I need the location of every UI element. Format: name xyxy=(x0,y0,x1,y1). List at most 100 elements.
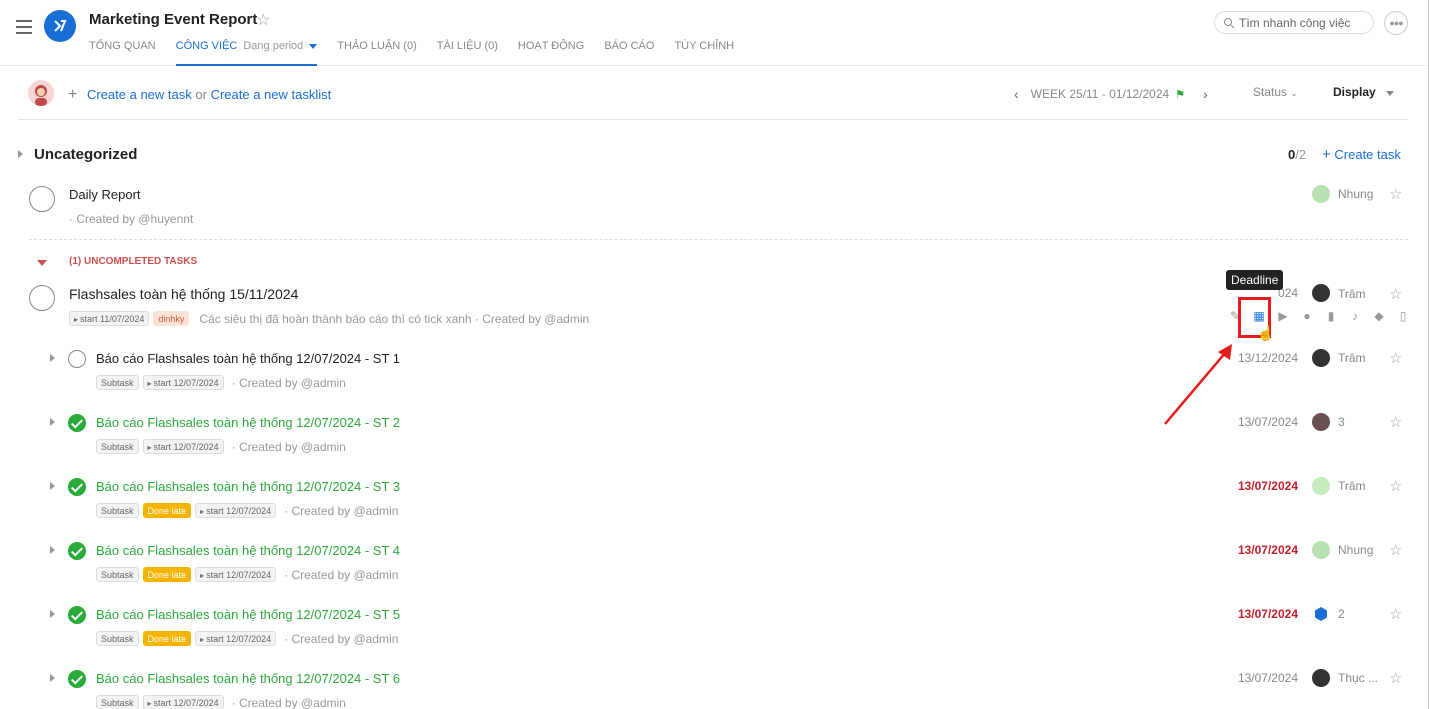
chevron-left-icon[interactable]: ‹ xyxy=(1014,86,1019,102)
assignee-name[interactable]: Nhung xyxy=(1338,187,1373,201)
task-checkbox-checked[interactable] xyxy=(68,478,86,496)
assignee-name[interactable]: Trâm xyxy=(1338,479,1366,493)
subtask-chip: Subtask xyxy=(96,695,139,709)
created-by: · Created by @admin xyxy=(284,567,399,582)
more-options-icon[interactable]: ●●● xyxy=(1384,11,1408,35)
tab-discussion[interactable]: THẢO LUẬN (0) xyxy=(337,40,416,66)
tab-report[interactable]: BÁO CÁO xyxy=(604,40,654,66)
tab-activity[interactable]: HOẠT ĐỘNG xyxy=(518,40,584,66)
star-icon[interactable]: ☆ xyxy=(1389,349,1402,367)
avatar[interactable] xyxy=(1312,185,1330,203)
app-logo-icon[interactable] xyxy=(44,10,76,42)
done-late-badge: Done late xyxy=(142,503,192,518)
week-label[interactable]: WEEK 25/11 - 01/12/2024 xyxy=(1031,87,1170,101)
expand-icon[interactable] xyxy=(50,546,55,554)
avatar[interactable] xyxy=(1312,541,1330,559)
favorite-star-icon[interactable]: ☆ xyxy=(256,10,270,30)
search-input[interactable]: Tìm nhanh công việc xyxy=(1214,11,1374,34)
star-icon[interactable]: ☆ xyxy=(1389,285,1402,303)
assignee-count[interactable]: 2 xyxy=(1338,607,1345,621)
task-date[interactable]: 13/07/2024 xyxy=(1228,671,1298,685)
chevron-down-icon: ⌄ xyxy=(1290,88,1298,98)
play-icon[interactable]: ▶ xyxy=(1271,309,1295,323)
star-icon[interactable]: ☆ xyxy=(1389,541,1402,559)
assignee-name[interactable]: Trâm xyxy=(1338,351,1366,365)
assignee-name[interactable]: Nhung xyxy=(1338,543,1373,557)
task-title[interactable]: Flashsales toàn hệ thống 15/11/2024 xyxy=(69,286,298,302)
assignee-name[interactable]: Thục ... xyxy=(1338,671,1378,685)
task-checkbox[interactable] xyxy=(29,285,55,311)
expand-icon[interactable] xyxy=(50,418,55,426)
created-by: · Created by @admin xyxy=(231,375,346,390)
task-date[interactable]: 13/07/2024 xyxy=(1228,543,1298,557)
task-checkbox-checked[interactable] xyxy=(68,542,86,560)
start-date-chip: start 12/07/2024 xyxy=(195,503,277,518)
task-date[interactable]: 13/07/2024 xyxy=(1228,415,1298,429)
assignee-name[interactable]: Trâm xyxy=(1338,287,1366,301)
task-title[interactable]: Daily Report xyxy=(69,187,141,202)
uncompleted-group-label[interactable]: (1) UNCOMPLETED TASKS xyxy=(69,256,197,267)
assignee-count[interactable]: 3 xyxy=(1338,415,1345,429)
divider xyxy=(29,239,1408,240)
subtask-chip: Subtask xyxy=(96,567,139,582)
star-icon[interactable]: ☆ xyxy=(1389,185,1402,203)
start-date-chip: start 12/07/2024 xyxy=(142,375,224,390)
create-task-link[interactable]: Create a new task xyxy=(87,87,192,102)
priority-icon[interactable]: ● xyxy=(1295,309,1319,323)
chevron-right-icon[interactable]: › xyxy=(1203,86,1208,102)
task-date[interactable]: 13/12/2024 xyxy=(1228,351,1298,365)
avatar[interactable] xyxy=(1312,669,1330,687)
group-avatar-icon[interactable] xyxy=(1312,605,1330,623)
task-checkbox-checked[interactable] xyxy=(68,414,86,432)
subtask-title[interactable]: Báo cáo Flashsales toàn hệ thống 12/07/2… xyxy=(96,607,400,622)
avatar[interactable] xyxy=(1312,284,1330,302)
start-date-chip: start 12/07/2024 xyxy=(195,567,277,582)
bookmark-icon[interactable]: ▮ xyxy=(1319,309,1343,323)
expand-icon[interactable] xyxy=(50,354,55,362)
trash-icon[interactable]: ▯ xyxy=(1391,309,1415,323)
start-date-chip: start 12/07/2024 xyxy=(195,631,277,646)
collapse-icon[interactable] xyxy=(37,260,47,266)
subtask-meta: SubtaskDone latestart 12/07/2024 · Create… xyxy=(96,567,398,582)
expand-icon[interactable] xyxy=(50,482,55,490)
tag-icon[interactable]: ◆ xyxy=(1367,309,1391,323)
tag-chip[interactable]: dinhky xyxy=(153,311,190,326)
star-icon[interactable]: ☆ xyxy=(1389,669,1402,687)
task-date[interactable]: 13/07/2024 xyxy=(1228,479,1298,493)
section-expand-icon[interactable] xyxy=(18,150,23,158)
star-icon[interactable]: ☆ xyxy=(1389,413,1402,431)
task-checkbox[interactable] xyxy=(29,186,55,212)
subtask-title[interactable]: Báo cáo Flashsales toàn hệ thống 12/07/2… xyxy=(96,543,400,558)
star-icon[interactable]: ☆ xyxy=(1389,477,1402,495)
menu-icon[interactable] xyxy=(16,20,32,34)
subtask-title[interactable]: Báo cáo Flashsales toàn hệ thống 12/07/2… xyxy=(96,415,400,430)
display-button[interactable]: Display xyxy=(1333,85,1376,99)
task-checkbox-checked[interactable] xyxy=(68,606,86,624)
user-avatar[interactable] xyxy=(28,80,54,106)
expand-icon[interactable] xyxy=(50,610,55,618)
task-date[interactable]: 13/07/2024 xyxy=(1228,607,1298,621)
chevron-down-icon[interactable] xyxy=(309,44,318,49)
tab-tasks[interactable]: CÔNG VIỆC Dạng period xyxy=(175,40,318,66)
tab-overview[interactable]: TỔNG QUAN xyxy=(89,40,156,66)
subtask-title[interactable]: Báo cáo Flashsales toàn hệ thống 12/07/2… xyxy=(96,671,400,686)
avatar[interactable] xyxy=(1312,413,1330,431)
create-task-button[interactable]: + Create task xyxy=(1322,146,1401,163)
subtask-title[interactable]: Báo cáo Flashsales toàn hệ thống 12/07/2… xyxy=(96,351,400,366)
display-chevron-icon[interactable] xyxy=(1386,91,1394,96)
task-checkbox[interactable] xyxy=(68,350,86,368)
avatar[interactable] xyxy=(1312,477,1330,495)
avatar[interactable] xyxy=(1312,349,1330,367)
create-tasklist-link[interactable]: Create a new tasklist xyxy=(211,87,332,102)
expand-icon[interactable] xyxy=(50,674,55,682)
task-description: Các siêu thị đã hoàn thành báo cáo thì c… xyxy=(199,311,590,326)
status-filter[interactable]: Status ⌄ xyxy=(1253,85,1298,99)
star-icon[interactable]: ☆ xyxy=(1389,605,1402,623)
plus-icon: + xyxy=(1322,146,1331,163)
subtask-title[interactable]: Báo cáo Flashsales toàn hệ thống 12/07/2… xyxy=(96,479,400,494)
search-icon xyxy=(1224,17,1235,28)
task-checkbox-checked[interactable] xyxy=(68,670,86,688)
tab-settings[interactable]: TÙY CHỈNH xyxy=(674,40,734,66)
bell-icon[interactable]: ♪ xyxy=(1343,309,1367,323)
tab-documents[interactable]: TÀI LIỆU (0) xyxy=(437,40,498,66)
